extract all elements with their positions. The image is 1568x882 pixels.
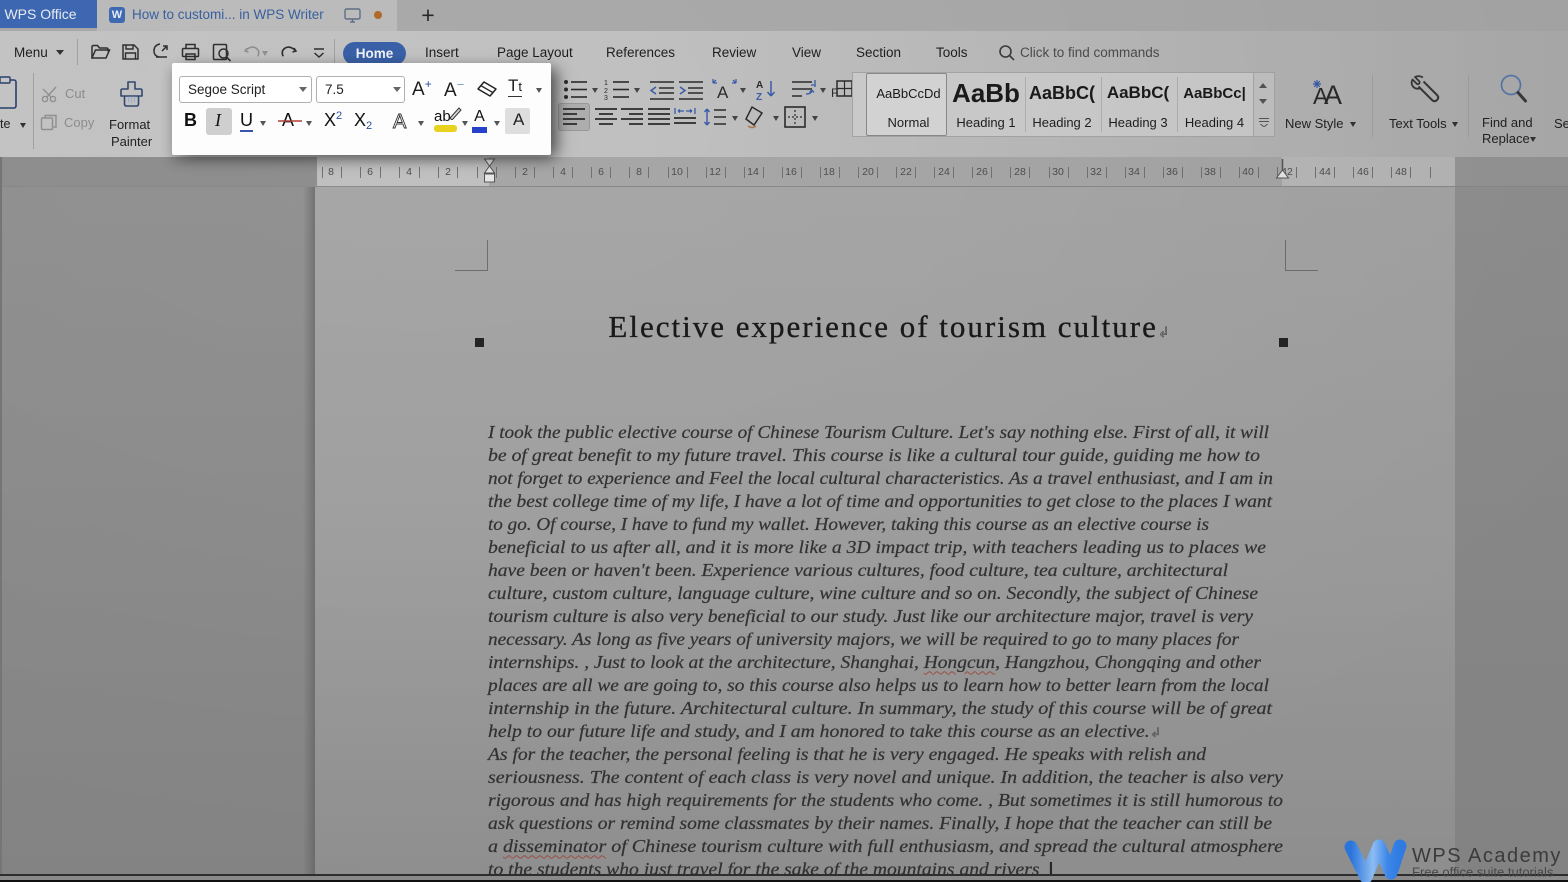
svg-text:Z: Z: [756, 92, 762, 101]
svg-text:Free office suite tutorials: Free office suite tutorials: [1412, 865, 1554, 880]
svg-text:3: 3: [604, 95, 608, 101]
svg-text:A: A: [1324, 80, 1342, 110]
svg-text:2: 2: [604, 88, 608, 95]
svg-text:F: F: [831, 86, 838, 100]
svg-text:1: 1: [604, 80, 608, 87]
svg-text:A: A: [717, 83, 729, 101]
svg-text:A: A: [393, 111, 407, 132]
svg-text:A: A: [756, 80, 763, 91]
